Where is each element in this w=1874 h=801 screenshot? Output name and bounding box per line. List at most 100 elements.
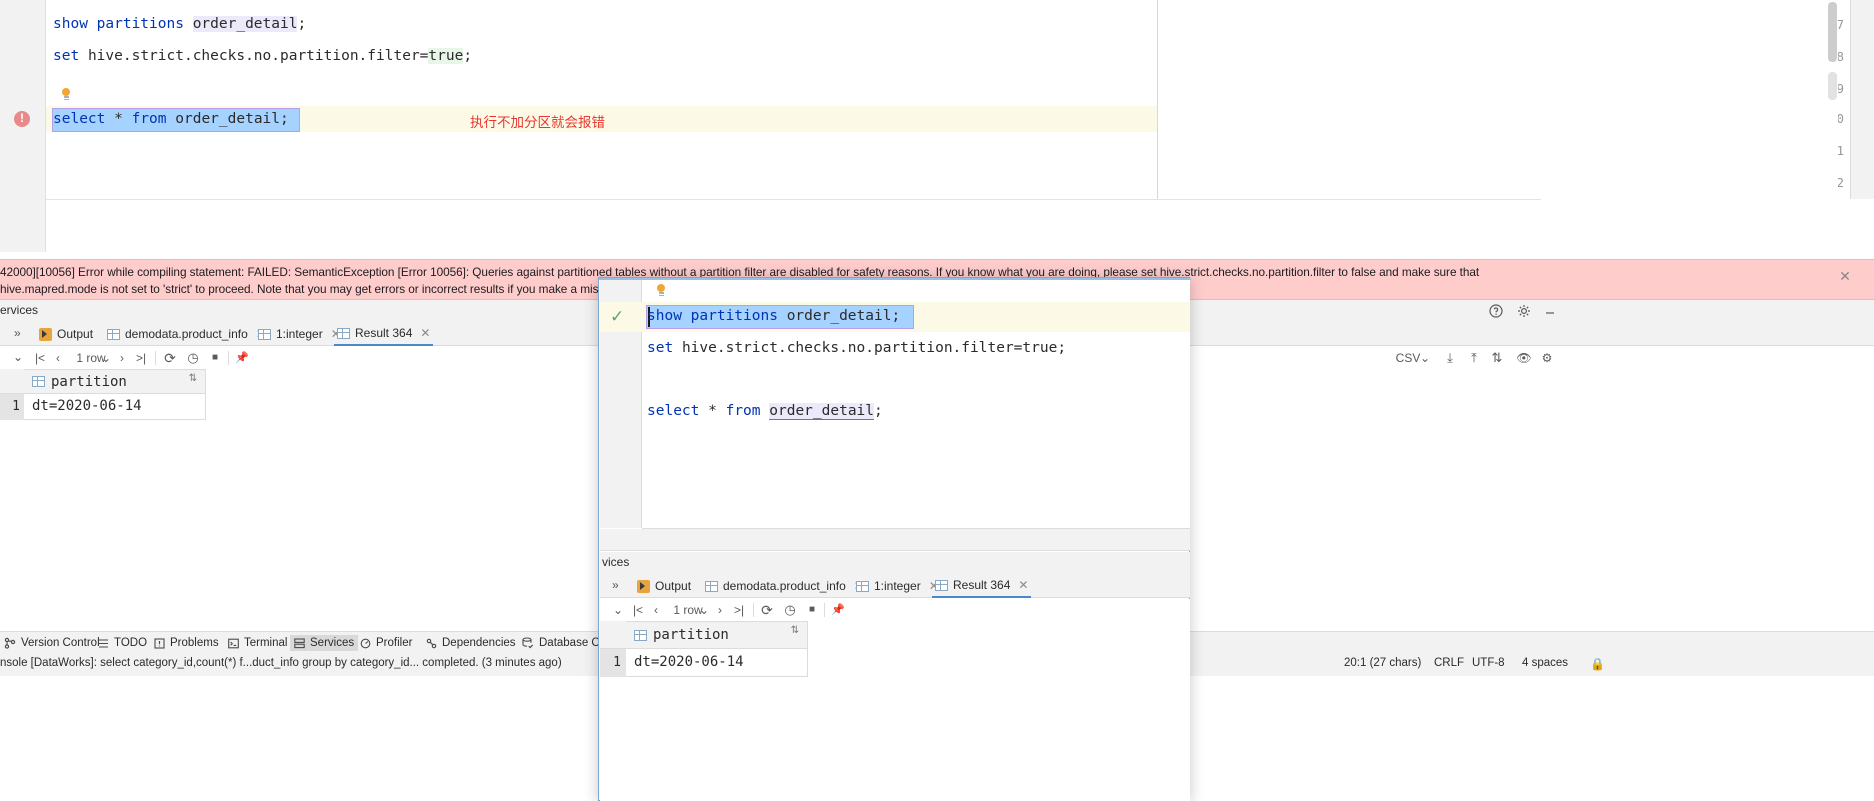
upload-icon[interactable]: ⤒ <box>1466 350 1482 366</box>
sort-indicator-icon[interactable]: ⇅ <box>189 374 197 384</box>
expand-tabs-icon[interactable]: » <box>612 578 619 592</box>
tab-label: Output <box>57 327 94 341</box>
bottom-item-problems[interactable]: Problems <box>150 635 223 651</box>
star-operator: * <box>114 111 123 127</box>
grid-column-header-partition[interactable]: partition ⇅ <box>24 369 206 394</box>
bottom-item-profiler[interactable]: Profiler <box>356 635 416 651</box>
transpose-icon[interactable]: ⇅ <box>1489 350 1505 366</box>
column-icon <box>634 629 647 641</box>
toolbar-divider <box>155 351 156 365</box>
format-chevron-icon[interactable]: ⌄ <box>1419 350 1431 366</box>
row-count-chevron-icon[interactable]: ⌄ <box>100 350 112 366</box>
database-changes-icon <box>522 637 534 649</box>
dependencies-icon <box>426 638 437 648</box>
popup-tab-1-integer[interactable]: 1:integer ✕ <box>853 574 942 598</box>
bottom-item-terminal[interactable]: Terminal <box>224 635 291 651</box>
refresh-icon[interactable]: ⟳ <box>162 350 178 366</box>
chinese-annotation: 执行不加分区就会报错 <box>470 115 605 131</box>
expand-tabs-icon[interactable]: » <box>14 326 21 340</box>
history-icon[interactable]: ◷ <box>185 350 201 366</box>
tab-demodata-product-info[interactable]: demodata.product_info ✕ <box>104 322 269 346</box>
bottom-item-dependencies[interactable]: Dependencies <box>422 635 520 651</box>
editor-scrollbar-thumb-secondary[interactable] <box>1828 72 1837 100</box>
editor-bottom-divider <box>46 199 1541 200</box>
intention-bulb-icon[interactable] <box>655 284 667 298</box>
keyword-from: from <box>131 111 167 127</box>
bottom-item-services[interactable]: Services <box>290 635 359 651</box>
indent-setting[interactable]: 4 spaces <box>1522 657 1568 669</box>
popup-code-line-2: set hive.strict.checks.no.partition.filt… <box>647 340 1066 356</box>
bottom-item-version-control[interactable]: Version Control <box>0 635 104 651</box>
table-row[interactable]: dt=2020-06-14 <box>626 649 808 677</box>
pin-icon[interactable]: 📌 <box>830 602 846 618</box>
success-check-icon: ✓ <box>610 307 625 326</box>
settings-gear-icon[interactable]: ⚙ <box>1539 350 1555 366</box>
popup-tab-output[interactable]: Output <box>634 574 694 598</box>
prev-page-button[interactable]: ‹ <box>650 602 662 618</box>
popup-tab-demodata-product-info[interactable]: demodata.product_info ✕ <box>702 574 867 598</box>
popup-results-grid[interactable]: partition ⇅ 1 dt=2020-06-14 <box>600 621 1190 801</box>
tab-label: Output <box>655 579 692 593</box>
close-icon[interactable]: ✕ <box>420 326 430 340</box>
next-page-button[interactable]: › <box>714 602 726 618</box>
minimize-icon[interactable] <box>1542 304 1557 319</box>
view-icon[interactable]: 👁 <box>1516 350 1532 366</box>
sql-editor[interactable]: 7 8 9 10 11 12 ! show partitions order_d… <box>0 0 1874 252</box>
next-page-button[interactable]: › <box>116 350 128 366</box>
chevron-down-icon[interactable]: ⌄ <box>612 602 624 618</box>
row-count-chevron-icon[interactable]: ⌄ <box>698 602 710 618</box>
last-page-button[interactable]: >| <box>134 350 148 366</box>
intention-bulb-icon[interactable] <box>60 88 72 102</box>
output-icon <box>39 327 52 341</box>
popup-tab-result-364[interactable]: Result 364 ✕ <box>932 574 1032 598</box>
refresh-icon[interactable]: ⟳ <box>759 602 775 618</box>
help-icon[interactable] <box>1488 304 1503 319</box>
semicolon: ; <box>1057 340 1067 356</box>
caret-position[interactable]: 20:1 (27 chars) <box>1344 657 1421 669</box>
close-icon[interactable]: ✕ <box>1018 578 1028 592</box>
first-page-button[interactable]: |< <box>33 350 47 366</box>
property-value: true <box>1022 340 1058 356</box>
stop-icon[interactable]: ■ <box>805 602 819 618</box>
chevron-down-icon[interactable]: ⌄ <box>13 350 23 364</box>
tab-1-integer[interactable]: 1:integer ✕ <box>255 322 344 346</box>
popup-grid-column-header-partition[interactable]: partition ⇅ <box>626 621 808 649</box>
table-order-detail: order_detail <box>175 111 281 127</box>
file-encoding[interactable]: UTF-8 <box>1472 657 1505 669</box>
keyword-select: select <box>53 111 106 127</box>
format-label[interactable]: CSV <box>1395 350 1421 366</box>
table-row[interactable]: dt=2020-06-14 <box>24 394 206 420</box>
bottom-item-label: Problems <box>170 637 219 649</box>
todo-icon <box>99 638 108 648</box>
stop-icon[interactable]: ■ <box>208 350 222 366</box>
identifier-order-detail: order_detail <box>192 16 298 32</box>
column-icon <box>32 376 45 387</box>
popup-code-area[interactable]: show partitions order_detail; set hive.s… <box>642 280 1190 528</box>
history-icon[interactable]: ◷ <box>782 602 798 618</box>
tab-output[interactable]: Output <box>36 322 96 346</box>
column-label: partition <box>51 373 127 390</box>
keyword-partitions: partitions <box>690 308 778 324</box>
download-icon[interactable]: ⤓ <box>1442 350 1458 366</box>
column-label: partition <box>653 627 729 643</box>
pin-icon[interactable]: 📌 <box>234 350 250 366</box>
first-page-button[interactable]: |< <box>631 602 645 618</box>
close-icon[interactable]: ✕ <box>1838 269 1852 284</box>
gear-icon[interactable] <box>1516 304 1531 319</box>
bottom-item-todo[interactable]: TODO <box>94 635 151 651</box>
prev-page-button[interactable]: ‹ <box>52 350 64 366</box>
line-separator[interactable]: CRLF <box>1434 657 1464 669</box>
row-number: 1 <box>0 394 24 420</box>
property-value: true <box>428 48 464 64</box>
last-page-button[interactable]: >| <box>732 602 746 618</box>
keyword-from: from <box>725 403 761 419</box>
sort-indicator-icon[interactable]: ⇅ <box>791 626 799 636</box>
semicolon: ; <box>280 111 289 127</box>
sidebar-item-database[interactable]: Database <box>1835 6 1874 57</box>
lock-icon[interactable]: 🔒 <box>1590 657 1605 671</box>
bottom-item-label: TODO <box>114 637 148 649</box>
overlay-popup-window[interactable]: ✓ show partitions order_detail; set hive… <box>598 277 1191 801</box>
error-gutter-icon[interactable]: ! <box>14 111 30 127</box>
keyword-show: show <box>647 308 682 324</box>
tab-result-364[interactable]: Result 364 ✕ <box>334 322 434 346</box>
